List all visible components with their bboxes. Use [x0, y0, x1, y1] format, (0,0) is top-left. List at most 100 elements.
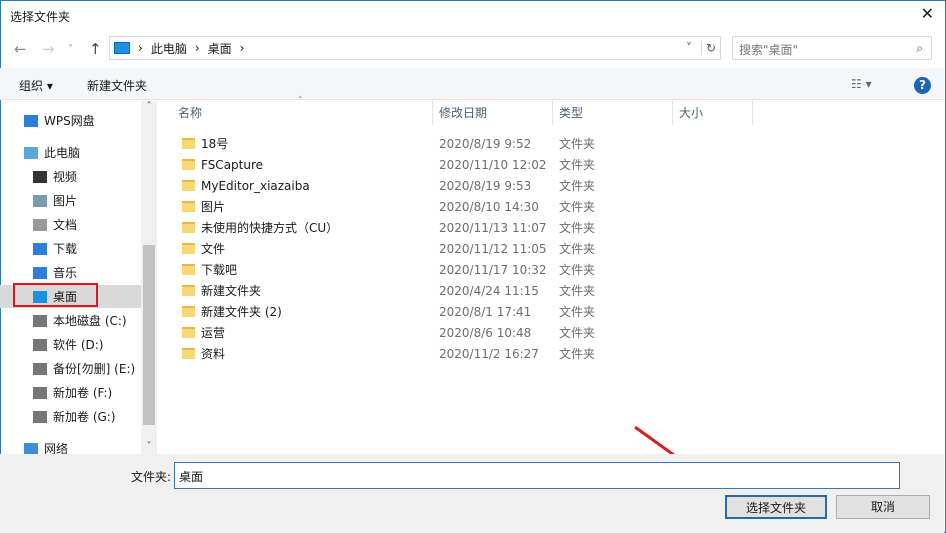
column-date[interactable]: 修改日期	[439, 101, 487, 125]
file-type: 文件夹	[559, 284, 596, 298]
refresh-icon[interactable]: ↻	[700, 41, 716, 55]
separator-icon: ›	[239, 41, 245, 55]
sidebar-item[interactable]: 视频	[0, 165, 141, 188]
view-options-icon[interactable]: ☷ ▾	[851, 77, 872, 91]
sidebar-item-label: 此电脑	[44, 146, 81, 160]
breadcrumb-desktop[interactable]: 桌面	[208, 40, 232, 57]
file-date: 2020/11/2 16:27	[439, 346, 539, 361]
back-icon[interactable]: ←	[14, 40, 27, 58]
file-type: 文件夹	[559, 347, 596, 361]
select-folder-button[interactable]: 选择文件夹	[725, 495, 827, 519]
folder-input[interactable]: 桌面	[174, 462, 900, 489]
sidebar-item-label: 网络	[44, 442, 69, 454]
file-name: 资料	[201, 347, 226, 361]
sidebar-item[interactable]: 图片	[0, 189, 141, 212]
file-name: 下载吧	[201, 263, 238, 277]
folder-icon	[182, 306, 195, 317]
organize-button[interactable]: 组织 ▾	[19, 77, 53, 94]
file-row[interactable]: MyEditor_xiazaiba 2020/8/19 9:53 文件夹	[170, 175, 770, 196]
file-name: 运营	[201, 326, 226, 340]
sidebar-item-label: 文档	[53, 218, 78, 232]
file-date: 2020/11/12 11:05	[439, 241, 547, 256]
sidebar-item[interactable]: WPS网盘	[0, 109, 141, 132]
address-bar[interactable]: › 此电脑 › 桌面 › ˅ ↻	[109, 36, 721, 60]
file-row[interactable]: 新建文件夹 (2) 2020/8/1 17:41 文件夹	[170, 301, 770, 322]
search-placeholder: 搜索"桌面"	[739, 43, 799, 57]
sidebar-item-label: 软件 (D:)	[53, 338, 104, 352]
dialog-title: 选择文件夹	[10, 10, 71, 24]
forward-icon[interactable]: →	[42, 40, 55, 58]
sidebar-item[interactable]: 网络	[0, 437, 141, 454]
desktop-icon	[114, 42, 130, 54]
download-icon	[33, 242, 47, 255]
separator-icon: ›	[138, 41, 143, 55]
file-row[interactable]: FSCapture 2020/11/10 12:02 文件夹	[170, 154, 770, 175]
sidebar-item[interactable]: 此电脑	[0, 141, 141, 164]
navigation-pane: WPS网盘 此电脑 视频 图片 文档 下载 音乐 桌面 本地磁盘 (C:) 软件 (D:) 备份[勿…	[0, 101, 158, 454]
sidebar-item[interactable]: 备份[勿删] (E:)	[0, 357, 141, 380]
file-name: 18号	[201, 137, 229, 151]
file-row[interactable]: 资料 2020/11/2 16:27 文件夹	[170, 343, 770, 364]
scroll-down-icon[interactable]: ˅	[141, 441, 157, 452]
file-name: 未使用的快捷方式（CU）	[201, 221, 339, 235]
network-icon	[24, 442, 38, 454]
breadcrumb-this-pc[interactable]: 此电脑	[151, 40, 187, 57]
file-name: 图片	[201, 200, 226, 214]
close-button[interactable]: ✕	[921, 4, 934, 23]
column-size[interactable]: 大小	[679, 101, 703, 125]
up-icon[interactable]: ↑	[89, 40, 102, 58]
file-row[interactable]: 文件 2020/11/12 11:05 文件夹	[170, 238, 770, 259]
highlight-box	[13, 283, 98, 307]
sidebar-item-label: 下载	[53, 242, 78, 256]
file-name: FSCapture	[201, 157, 264, 172]
file-row[interactable]: 18号 2020/8/19 9:52 文件夹	[170, 133, 770, 154]
sidebar-item-label: 视频	[53, 170, 78, 184]
picture-icon	[33, 194, 47, 207]
drive-icon	[33, 410, 47, 423]
sidebar-item-label: 新加卷 (F:)	[53, 386, 113, 400]
file-row[interactable]: 运营 2020/8/6 10:48 文件夹	[170, 322, 770, 343]
drive-icon	[33, 314, 47, 327]
file-date: 2020/4/24 11:15	[439, 283, 539, 298]
search-input[interactable]: 搜索"桌面" ⌕	[732, 36, 932, 60]
sidebar-item-label: 音乐	[53, 266, 78, 280]
folder-icon	[182, 327, 195, 338]
folder-icon	[182, 264, 195, 275]
file-row[interactable]: 下载吧 2020/11/17 10:32 文件夹	[170, 259, 770, 280]
file-row[interactable]: 未使用的快捷方式（CU） 2020/11/13 11:07 文件夹	[170, 217, 770, 238]
file-type: 文件夹	[559, 221, 596, 235]
file-date: 2020/8/6 10:48	[439, 325, 532, 340]
new-folder-button[interactable]: 新建文件夹	[87, 77, 147, 94]
separator-icon: ›	[194, 41, 200, 55]
file-name: 新建文件夹 (2)	[201, 305, 282, 319]
sidebar-item[interactable]: 新加卷 (F:)	[0, 381, 141, 404]
column-name[interactable]: 名称	[178, 101, 202, 125]
sidebar-item[interactable]: 本地磁盘 (C:)	[0, 309, 141, 332]
file-type: 文件夹	[559, 263, 596, 277]
sidebar-item[interactable]: 文档	[0, 213, 141, 236]
column-divider	[432, 101, 433, 125]
sidebar-item[interactable]: 新加卷 (G:)	[0, 405, 141, 428]
column-type[interactable]: 类型	[559, 101, 583, 125]
sidebar-item[interactable]: 音乐	[0, 261, 141, 284]
music-icon	[33, 266, 47, 279]
chevron-down-icon[interactable]: ˅	[686, 41, 692, 55]
cancel-button[interactable]: 取消	[836, 495, 930, 519]
sidebar-item-label: 图片	[53, 194, 78, 208]
search-icon: ⌕	[916, 41, 923, 55]
scrollbar-thumb[interactable]	[143, 245, 155, 425]
toolbar: 组织 ▾ 新建文件夹 ☷ ▾ ?	[0, 68, 944, 100]
file-type: 文件夹	[559, 200, 596, 214]
file-row[interactable]: 图片 2020/8/10 14:30 文件夹	[170, 196, 770, 217]
sidebar-item[interactable]: 软件 (D:)	[0, 333, 141, 356]
scroll-up-icon[interactable]: ˄	[141, 101, 157, 112]
drive-icon	[33, 362, 47, 375]
sidebar-item[interactable]: 下载	[0, 237, 141, 260]
help-button[interactable]: ?	[914, 77, 931, 94]
file-row[interactable]: 新建文件夹 2020/4/24 11:15 文件夹	[170, 280, 770, 301]
folder-icon	[182, 348, 195, 359]
column-divider	[552, 101, 553, 125]
recent-dropdown-icon[interactable]: ˅	[68, 44, 73, 55]
document-icon	[33, 218, 47, 231]
folder-label: 文件夹:	[131, 470, 172, 484]
